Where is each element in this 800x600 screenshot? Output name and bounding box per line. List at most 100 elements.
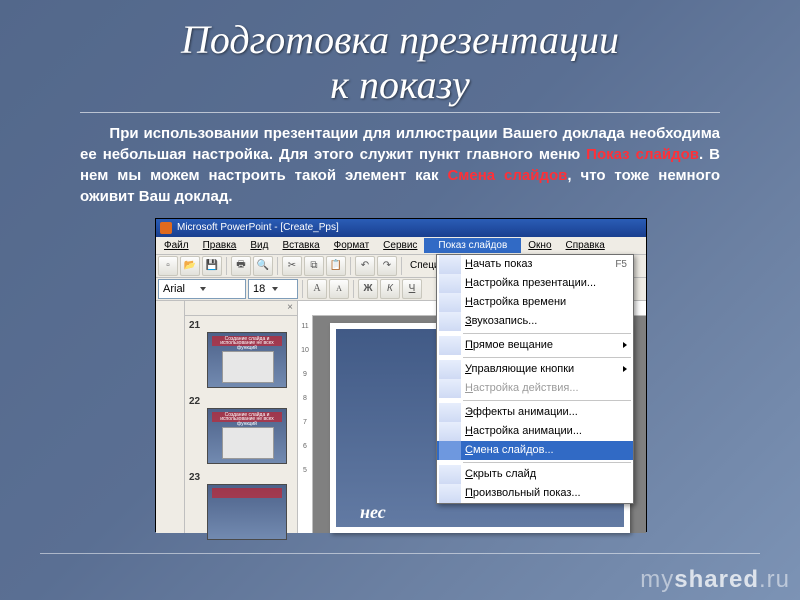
thumb-caption: Создание слайда и использование не всех … bbox=[212, 412, 282, 422]
slide-thumb-21[interactable]: 21 Создание слайда и использование не вс… bbox=[189, 320, 293, 388]
menubar: Файл Правка Вид Вставка Формат Сервис По… bbox=[156, 237, 646, 255]
title-line2: к показу bbox=[330, 62, 470, 107]
menu-view[interactable]: Вид bbox=[243, 238, 275, 253]
undo-icon[interactable]: ↶ bbox=[355, 256, 375, 276]
menu-edit[interactable]: Правка bbox=[196, 238, 244, 253]
menu-item[interactable]: Произвольный показ... bbox=[437, 484, 633, 503]
menu-item-icon bbox=[439, 379, 461, 398]
powerpoint-window: Microsoft PowerPoint - [Create_Pps] Файл… bbox=[155, 218, 647, 532]
preview-icon[interactable]: 🔍 bbox=[253, 256, 273, 276]
thumbs-close[interactable]: × bbox=[185, 301, 297, 316]
paste-icon[interactable]: 📋 bbox=[326, 256, 346, 276]
separator bbox=[353, 280, 354, 298]
slide-title: Подготовка презентации к показу bbox=[0, 18, 800, 108]
screenshot-wrapper: Microsoft PowerPoint - [Create_Pps] Файл… bbox=[155, 218, 645, 532]
menu-item[interactable]: Скрыть слайд bbox=[437, 465, 633, 484]
thumb-caption bbox=[212, 488, 282, 498]
footer-rule bbox=[40, 553, 760, 554]
thumb-number: 22 bbox=[189, 396, 293, 407]
menu-item-label: Эффекты анимации... bbox=[465, 406, 627, 418]
redo-icon[interactable]: ↷ bbox=[377, 256, 397, 276]
menu-item-label: Произвольный показ... bbox=[465, 487, 627, 499]
separator bbox=[350, 257, 351, 275]
cut-icon[interactable]: ✂ bbox=[282, 256, 302, 276]
menu-item-label: Настройка анимации... bbox=[465, 425, 627, 437]
font-name-combo[interactable]: Arial bbox=[158, 279, 246, 299]
menu-format[interactable]: Формат bbox=[327, 238, 377, 253]
window-titlebar: Microsoft PowerPoint - [Create_Pps] bbox=[156, 219, 646, 237]
slide-thumb-22[interactable]: 22 Создание слайда и использование не вс… bbox=[189, 396, 293, 464]
hide-icon bbox=[439, 465, 461, 484]
menu-item[interactable]: Управляющие кнопки bbox=[437, 360, 633, 379]
timer-icon bbox=[439, 293, 461, 312]
chevron-down-icon bbox=[200, 287, 206, 291]
wm-part2: shared bbox=[674, 566, 759, 593]
menu-item[interactable]: Настройка времени bbox=[437, 293, 633, 312]
new-file-icon[interactable]: ▫ bbox=[158, 256, 178, 276]
menu-item[interactable]: Эффекты анимации... bbox=[437, 403, 633, 422]
play-icon bbox=[439, 255, 461, 274]
para-accent2: Смена слайдов bbox=[447, 167, 567, 184]
thumb-mini: Создание слайда и использование не всех … bbox=[207, 408, 287, 464]
slide-thumb-23[interactable]: 23 bbox=[189, 472, 293, 540]
watermark: myshared.ru bbox=[640, 566, 790, 594]
chevron-down-icon bbox=[272, 287, 278, 291]
menu-item-shortcut: F5 bbox=[615, 259, 627, 270]
wm-part3: .ru bbox=[759, 566, 790, 593]
sparkle-icon bbox=[439, 403, 461, 422]
menu-slideshow[interactable]: Показ слайдов bbox=[424, 238, 521, 253]
print-icon[interactable]: 🖶 bbox=[231, 256, 251, 276]
font-size-combo[interactable]: 18 bbox=[248, 279, 298, 299]
menu-separator bbox=[463, 333, 631, 334]
italic-icon[interactable]: К bbox=[380, 279, 400, 299]
vertical-ruler: 111098765 bbox=[298, 315, 313, 533]
menu-item[interactable]: Настройка презентации... bbox=[437, 274, 633, 293]
increase-font-icon[interactable]: A bbox=[307, 279, 327, 299]
submenu-arrow-icon bbox=[623, 366, 627, 372]
slide-text-fragment: нес bbox=[360, 502, 386, 523]
menu-item-label: Звукозапись... bbox=[465, 315, 627, 327]
anim-icon bbox=[439, 422, 461, 441]
thumb-caption: Создание слайда и использование не всех … bbox=[212, 336, 282, 346]
open-icon[interactable]: 📂 bbox=[180, 256, 200, 276]
bold-icon[interactable]: Ж bbox=[358, 279, 378, 299]
menu-item-label: Прямое вещание bbox=[465, 339, 627, 351]
window-title: Microsoft PowerPoint - [Create_Pps] bbox=[177, 222, 339, 233]
separator bbox=[401, 257, 402, 275]
menu-item[interactable]: Начать показF5 bbox=[437, 255, 633, 274]
menu-separator bbox=[463, 462, 631, 463]
transition-icon bbox=[439, 441, 461, 460]
wm-part1: my bbox=[640, 566, 674, 593]
custom-icon bbox=[439, 484, 461, 503]
copy-icon[interactable]: ⧉ bbox=[304, 256, 324, 276]
menu-insert[interactable]: Вставка bbox=[275, 238, 326, 253]
menu-service[interactable]: Сервис bbox=[376, 238, 424, 253]
underline-icon[interactable]: Ч bbox=[402, 279, 422, 299]
menu-item[interactable]: Смена слайдов... bbox=[437, 441, 633, 460]
menu-separator bbox=[463, 400, 631, 401]
save-icon[interactable]: 💾 bbox=[202, 256, 222, 276]
menu-item-label: Настройка времени bbox=[465, 296, 627, 308]
separator bbox=[226, 257, 227, 275]
menu-item-label: Начать показ bbox=[465, 258, 615, 270]
para-accent1: Показ слайдов bbox=[586, 146, 699, 163]
menu-file[interactable]: Файл bbox=[157, 238, 196, 253]
menu-item[interactable]: Звукозапись... bbox=[437, 312, 633, 331]
menu-help[interactable]: Справка bbox=[559, 238, 612, 253]
menu-item[interactable]: Прямое вещание bbox=[437, 336, 633, 355]
outline-pane[interactable] bbox=[156, 301, 185, 533]
title-underline bbox=[80, 112, 720, 113]
thumb-mini bbox=[207, 484, 287, 540]
font-name-value: Arial bbox=[163, 283, 197, 295]
font-size-value: 18 bbox=[253, 283, 269, 295]
menu-item-label: Скрыть слайд bbox=[465, 468, 627, 480]
menu-window[interactable]: Окно bbox=[521, 238, 558, 253]
menu-item-label: Смена слайдов... bbox=[465, 444, 627, 456]
menu-item[interactable]: Настройка анимации... bbox=[437, 422, 633, 441]
separator bbox=[277, 257, 278, 275]
thumb-inset bbox=[222, 427, 274, 459]
thumbnails-pane[interactable]: × 21 Создание слайда и использование не … bbox=[185, 301, 298, 533]
decrease-font-icon[interactable]: A bbox=[329, 279, 349, 299]
menu-item-icon bbox=[439, 360, 461, 379]
settings-icon bbox=[439, 274, 461, 293]
